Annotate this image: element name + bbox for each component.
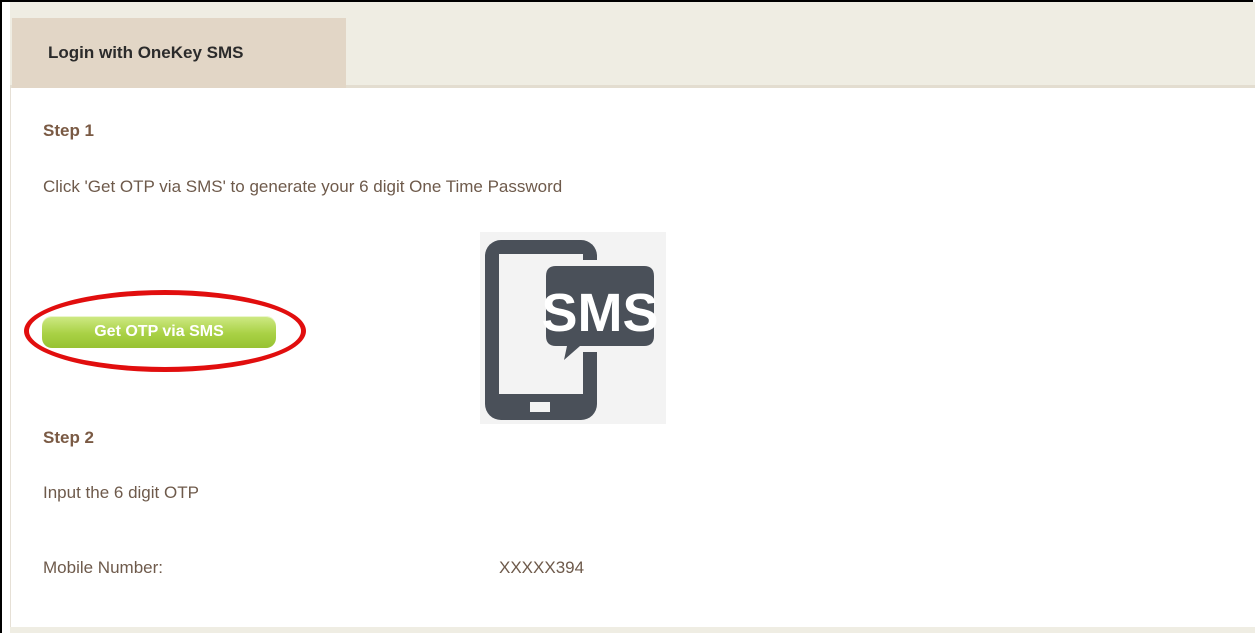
panel-bottom-strip bbox=[10, 627, 1255, 633]
tab-onekey-sms[interactable]: Login with OneKey SMS bbox=[12, 18, 346, 88]
sms-bubble-text: SMS bbox=[541, 283, 658, 343]
sms-phone-icon: SMS bbox=[480, 232, 666, 424]
tab-bar: Login with OneKey SMS bbox=[10, 2, 1255, 88]
mobile-number-value: XXXXX394 bbox=[499, 558, 585, 577]
step-1-instruction: Click 'Get OTP via SMS' to generate your… bbox=[43, 177, 563, 196]
get-otp-via-sms-button[interactable]: Get OTP via SMS bbox=[42, 316, 276, 348]
step-2-instruction: Input the 6 digit OTP bbox=[43, 483, 199, 502]
mobile-number-label: Mobile Number: bbox=[43, 558, 163, 577]
step-2-heading: Step 2 bbox=[43, 428, 95, 447]
tab-label: Login with OneKey SMS bbox=[48, 43, 244, 62]
step-1-heading: Step 1 bbox=[43, 121, 95, 140]
